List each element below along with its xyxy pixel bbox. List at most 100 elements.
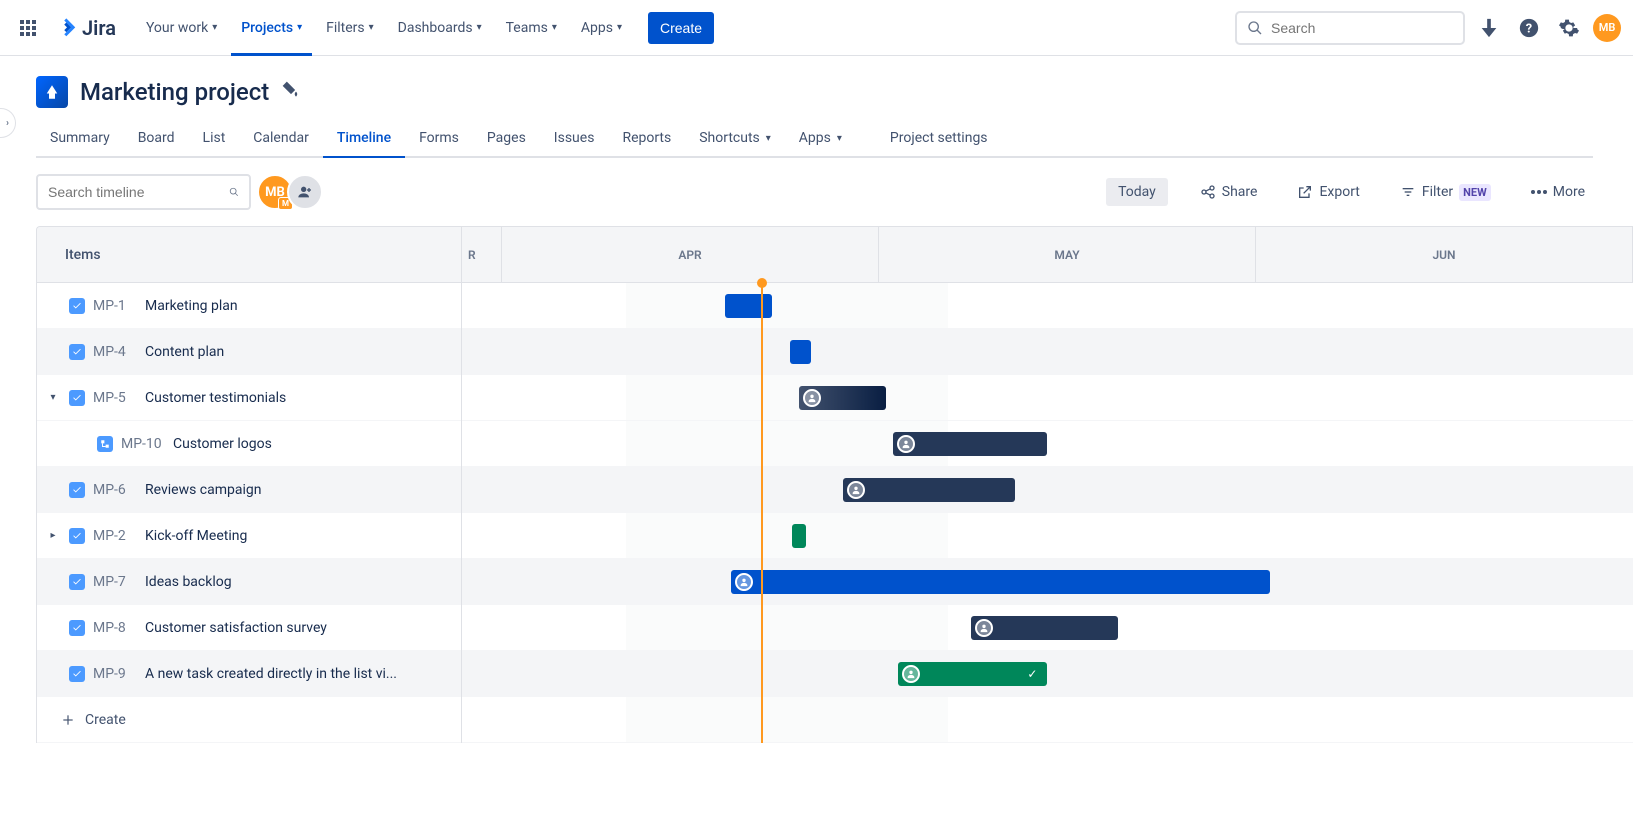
add-member-button[interactable] [287, 174, 323, 210]
timeline-bar[interactable] [792, 524, 806, 548]
toolbar-right: Today Share Export Filter NEW More [1106, 178, 1593, 207]
project-title: Marketing project [80, 78, 269, 106]
issue-key[interactable]: MP-6 [93, 482, 137, 498]
notifications-icon[interactable] [1473, 12, 1505, 44]
done-check-icon: ✓ [1027, 667, 1043, 681]
theme-icon[interactable] [281, 80, 301, 104]
issue-key[interactable]: MP-1 [93, 298, 137, 314]
timeline-bar[interactable] [725, 294, 772, 318]
item-row[interactable]: MP-8 Customer satisfaction survey [37, 605, 461, 651]
nav-apps[interactable]: Apps▾ [571, 0, 632, 56]
issue-key[interactable]: MP-2 [93, 528, 137, 544]
chart-row [462, 467, 1633, 513]
issue-summary[interactable]: Customer logos [173, 436, 272, 452]
issue-summary[interactable]: A new task created directly in the list … [145, 666, 397, 682]
app-switcher-icon[interactable] [12, 12, 44, 44]
timeline-bar[interactable] [790, 340, 811, 364]
issue-key[interactable]: MP-5 [93, 390, 137, 406]
tab-list[interactable]: List [189, 124, 240, 158]
user-avatar[interactable]: MB [1593, 14, 1621, 42]
item-row[interactable]: MP-6 Reviews campaign [37, 467, 461, 513]
item-row[interactable]: MP-4 Content plan [37, 329, 461, 375]
search-timeline[interactable] [36, 174, 251, 210]
nav-projects[interactable]: Projects▾ [231, 0, 312, 56]
tab-summary[interactable]: Summary [36, 124, 124, 158]
issue-summary[interactable]: Content plan [145, 344, 224, 360]
jira-icon [56, 17, 78, 39]
avatar-stack: MB M [263, 174, 323, 210]
filter-button[interactable]: Filter NEW [1392, 178, 1499, 207]
issue-summary[interactable]: Marketing plan [145, 298, 238, 314]
tab-shortcuts[interactable]: Shortcuts▾ [685, 124, 785, 158]
chevron-down-icon: ▾ [617, 22, 622, 33]
item-row[interactable]: MP-7 Ideas backlog [37, 559, 461, 605]
tab-board[interactable]: Board [124, 124, 189, 158]
issue-key[interactable]: MP-4 [93, 344, 137, 360]
nav-items: Your work▾ Projects▾ Filters▾ Dashboards… [136, 0, 714, 56]
global-search[interactable] [1235, 11, 1465, 45]
tab-reports[interactable]: Reports [608, 124, 685, 158]
settings-icon[interactable] [1553, 12, 1585, 44]
jira-logo[interactable]: Jira [48, 16, 124, 40]
tab-timeline[interactable]: Timeline [323, 124, 405, 158]
item-row[interactable]: MP-1 Marketing plan [37, 283, 461, 329]
issue-key[interactable]: MP-10 [121, 436, 165, 452]
search-timeline-input[interactable] [48, 184, 229, 200]
search-icon [229, 184, 239, 200]
top-nav: Jira Your work▾ Projects▾ Filters▾ Dashb… [0, 0, 1633, 56]
more-button[interactable]: More [1523, 178, 1593, 206]
timeline-bar[interactable] [799, 386, 886, 410]
expand-toggle[interactable]: ▾ [45, 392, 61, 403]
tab-apps[interactable]: Apps▾ [785, 124, 856, 158]
item-row[interactable]: ▾ MP-5 Customer testimonials [37, 375, 461, 421]
timeline-bar[interactable] [893, 432, 1048, 456]
assignee-avatar [897, 435, 915, 453]
timeline-bar[interactable] [731, 570, 1270, 594]
create-button[interactable]: Create [648, 12, 714, 44]
item-row[interactable]: MP-10 Customer logos [37, 421, 461, 467]
search-input[interactable] [1271, 20, 1453, 36]
timeline: Items MP-1Marketing planMP-4Content plan… [36, 226, 1633, 743]
task-icon [69, 482, 85, 498]
issue-key[interactable]: MP-9 [93, 666, 137, 682]
task-icon [69, 620, 85, 636]
timeline-bar[interactable] [971, 616, 1117, 640]
share-button[interactable]: Share [1192, 178, 1266, 206]
issue-key[interactable]: MP-8 [93, 620, 137, 636]
task-icon [69, 344, 85, 360]
item-row[interactable]: ▸ MP-2 Kick-off Meeting [37, 513, 461, 559]
chart-body: ✓ [462, 283, 1633, 743]
issue-summary[interactable]: Ideas backlog [145, 574, 232, 590]
task-icon [69, 528, 85, 544]
create-item-row[interactable]: Create [37, 697, 461, 743]
chart-column[interactable]: R APR MAY JUN ✓ [462, 227, 1633, 743]
tab-project-settings[interactable]: Project settings [876, 124, 1002, 158]
issue-key[interactable]: MP-7 [93, 574, 137, 590]
timeline-bar[interactable] [843, 478, 1015, 502]
item-row[interactable]: MP-9 A new task created directly in the l… [37, 651, 461, 697]
nav-your-work[interactable]: Your work▾ [136, 0, 227, 56]
expand-toggle[interactable]: ▸ [45, 530, 61, 541]
nav-teams[interactable]: Teams▾ [496, 0, 567, 56]
tab-issues[interactable]: Issues [540, 124, 609, 158]
today-marker [761, 283, 763, 743]
month-may: MAY [879, 227, 1256, 282]
issue-summary[interactable]: Kick-off Meeting [145, 528, 247, 544]
nav-filters[interactable]: Filters▾ [316, 0, 384, 56]
chart-row [462, 283, 1633, 329]
plus-icon [61, 713, 75, 727]
tab-pages[interactable]: Pages [473, 124, 540, 158]
help-icon[interactable]: ? [1513, 12, 1545, 44]
issue-summary[interactable]: Reviews campaign [145, 482, 261, 498]
issue-summary[interactable]: Customer satisfaction survey [145, 620, 327, 636]
issue-summary[interactable]: Customer testimonials [145, 390, 286, 406]
tab-forms[interactable]: Forms [405, 124, 473, 158]
today-button[interactable]: Today [1106, 178, 1168, 206]
assignee-avatar [975, 619, 993, 637]
nav-dashboards[interactable]: Dashboards▾ [388, 0, 492, 56]
tab-calendar[interactable]: Calendar [239, 124, 323, 158]
timeline-bar[interactable]: ✓ [898, 662, 1048, 686]
chevron-down-icon: ▾ [477, 22, 482, 33]
nav-right: ? MB [1235, 11, 1621, 45]
export-button[interactable]: Export [1289, 178, 1367, 206]
